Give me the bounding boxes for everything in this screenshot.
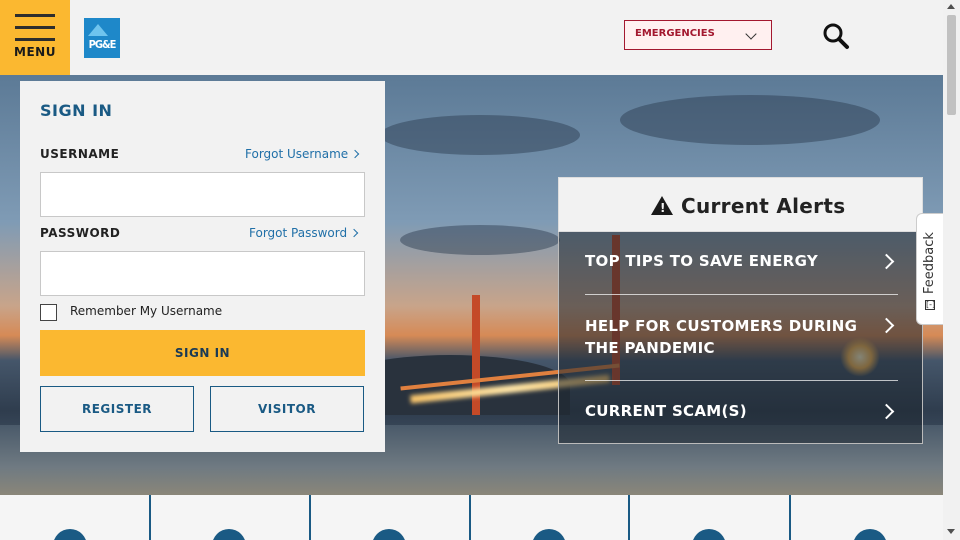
alert-item-pandemic[interactable]: HELP FOR CUSTOMERS DURING THE PANDEMIC	[585, 295, 898, 381]
quick-link-tile[interactable]	[151, 495, 311, 540]
chevron-right-icon	[349, 228, 359, 238]
tile-icon	[532, 529, 566, 540]
tile-icon	[212, 529, 246, 540]
chevron-right-icon	[350, 149, 360, 159]
feedback-label: Feedback	[922, 232, 937, 294]
page-scrollbar[interactable]	[943, 0, 960, 540]
alert-item-save-energy[interactable]: TOP TIPS TO SAVE ENERGY	[585, 232, 898, 295]
alert-item-label: CURRENT SCAM(S)	[585, 402, 747, 420]
register-button[interactable]: REGISTER	[40, 386, 194, 432]
scroll-down-icon[interactable]	[947, 529, 955, 534]
site-header: MENU PG&E EMERGENCIES	[0, 0, 943, 75]
feedback-tab[interactable]: [-] Feedback	[916, 213, 943, 325]
quick-link-tile[interactable]	[791, 495, 943, 540]
alerts-list: TOP TIPS TO SAVE ENERGY HELP FOR CUSTOME…	[558, 232, 923, 444]
current-alerts-panel: Current Alerts TOP TIPS TO SAVE ENERGY H…	[558, 177, 923, 444]
password-label: PASSWORD	[40, 226, 121, 240]
quick-link-tile[interactable]	[630, 495, 791, 540]
visitor-button[interactable]: VISITOR	[210, 386, 364, 432]
remember-username-checkbox[interactable]	[40, 304, 57, 321]
signin-title: SIGN IN	[40, 101, 113, 120]
password-input[interactable]	[40, 251, 365, 296]
remember-username-label: Remember My Username	[70, 304, 223, 318]
search-button[interactable]	[822, 22, 850, 50]
chevron-right-icon	[878, 317, 895, 334]
username-input[interactable]	[40, 172, 365, 217]
logo-text: PG&E	[88, 38, 117, 51]
signin-card: SIGN IN USERNAME Forgot Username PASSWOR…	[20, 81, 385, 452]
alert-item-label: TOP TIPS TO SAVE ENERGY	[585, 252, 819, 270]
search-icon	[823, 23, 849, 49]
forgot-password-link[interactable]: Forgot Password	[249, 226, 359, 240]
chevron-down-icon	[745, 28, 757, 40]
alerts-title: Current Alerts	[681, 194, 846, 218]
tile-icon	[692, 529, 726, 540]
bridge-tower	[472, 295, 480, 415]
tile-icon	[853, 529, 887, 540]
hamburger-icon-bar-3	[15, 38, 55, 41]
chevron-right-icon	[878, 253, 895, 270]
hero-cloud	[400, 225, 560, 255]
warning-icon	[651, 196, 673, 215]
forgot-password-text: Forgot Password	[249, 226, 348, 240]
emergencies-label: EMERGENCIES	[635, 28, 715, 39]
chevron-right-icon	[878, 403, 895, 420]
quick-link-tile[interactable]	[0, 495, 151, 540]
forgot-username-text: Forgot Username	[245, 147, 349, 161]
alert-item-scams[interactable]: CURRENT SCAM(S)	[585, 381, 898, 444]
menu-button[interactable]: MENU	[0, 0, 70, 75]
tile-icon	[53, 529, 87, 540]
hero-cloud	[620, 95, 880, 145]
forgot-username-link[interactable]: Forgot Username	[245, 147, 360, 161]
emergencies-dropdown[interactable]: EMERGENCIES	[624, 20, 772, 50]
alerts-header: Current Alerts	[558, 177, 923, 232]
signin-button[interactable]: SIGN IN	[40, 330, 365, 376]
hamburger-icon-bar-1	[15, 14, 55, 17]
pge-logo[interactable]: PG&E	[84, 18, 120, 58]
quick-links-row	[0, 495, 943, 540]
menu-label: MENU	[14, 45, 56, 59]
quick-link-tile[interactable]	[311, 495, 471, 540]
alert-item-label: HELP FOR CUSTOMERS DURING THE PANDEMIC	[585, 317, 858, 357]
scroll-up-icon[interactable]	[947, 4, 955, 9]
hero-cloud	[380, 115, 580, 155]
logo-triangle-icon	[88, 24, 108, 36]
username-label: USERNAME	[40, 147, 120, 161]
scrollbar-thumb[interactable]	[947, 15, 956, 115]
hamburger-icon-bar-2	[15, 26, 55, 29]
quick-link-tile[interactable]	[471, 495, 630, 540]
feedback-icon: [-]	[925, 300, 936, 310]
tile-icon	[372, 529, 406, 540]
